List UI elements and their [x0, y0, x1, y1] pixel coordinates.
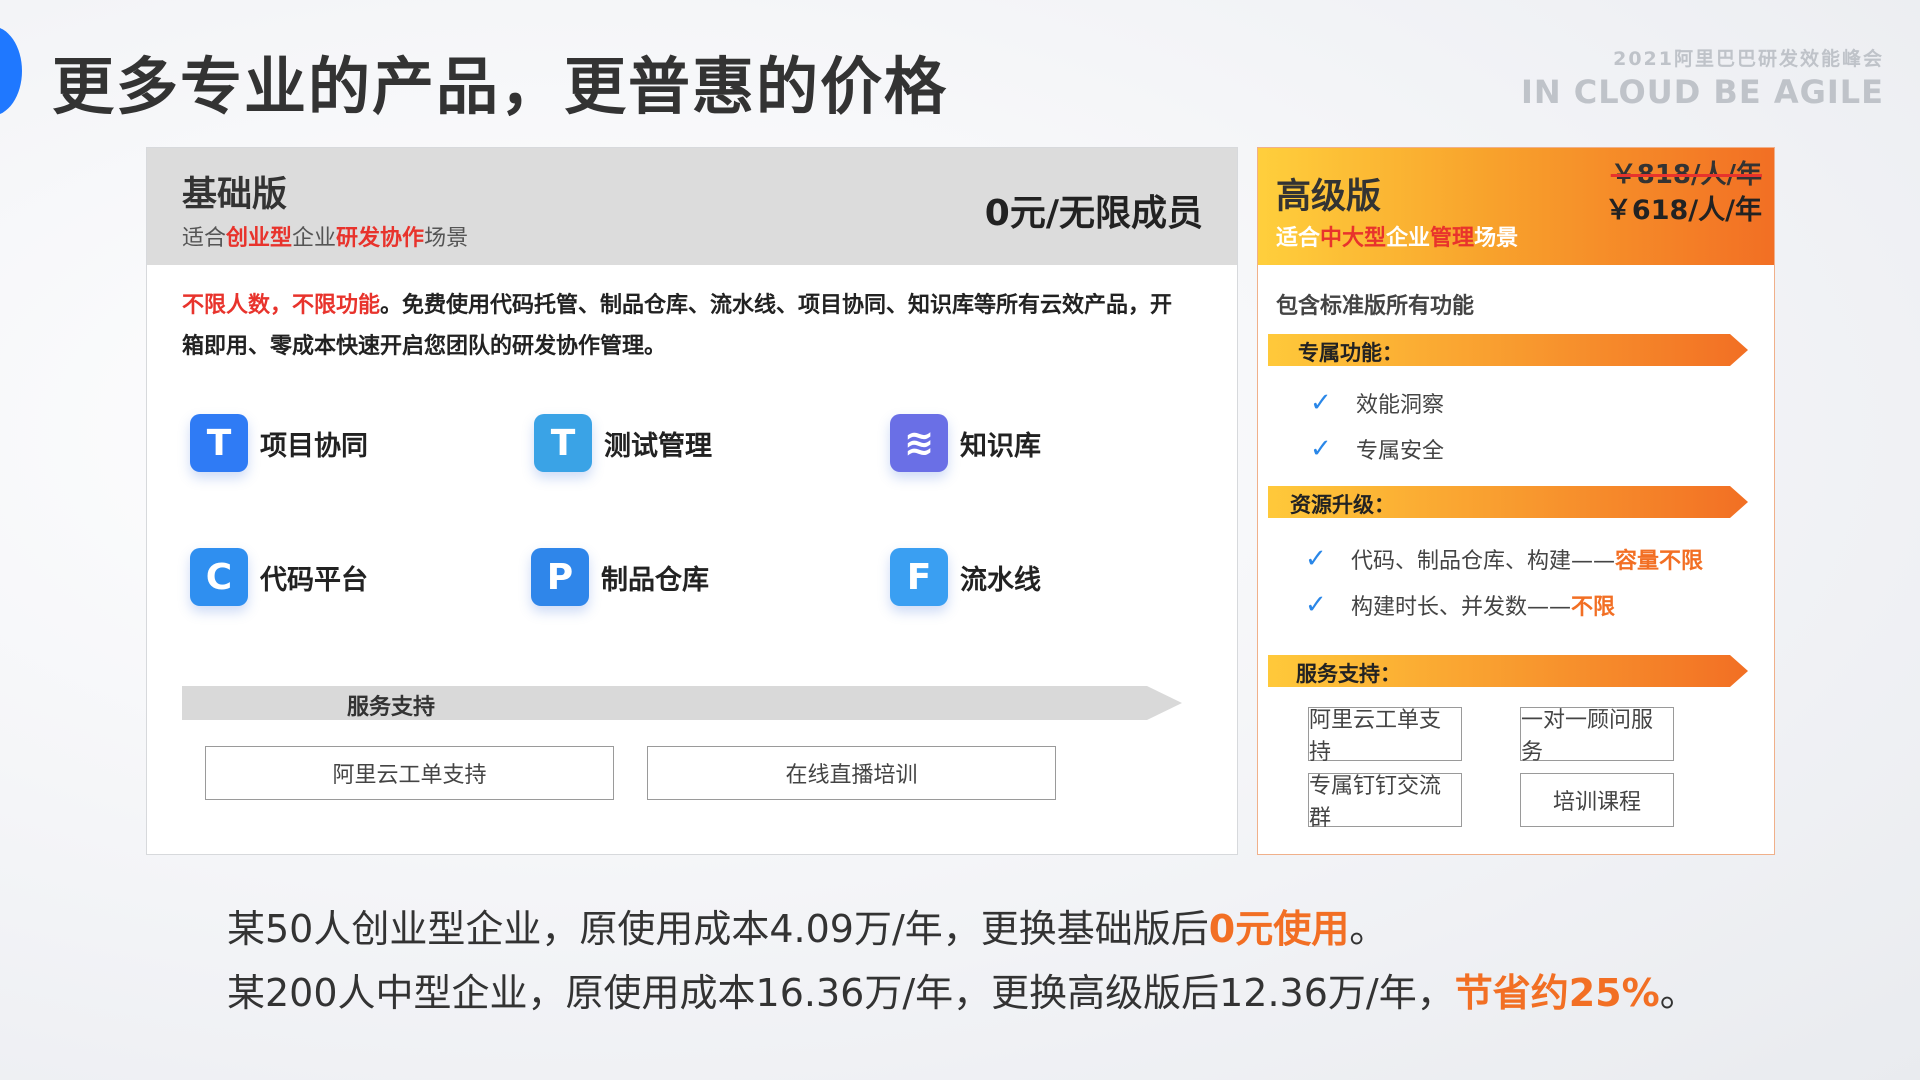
product-test[interactable]: T 测试管理 [534, 414, 712, 472]
exclusive-item: ✓ 专属安全 [1310, 433, 1444, 465]
product-pipeline[interactable]: F 流水线 [890, 548, 1041, 606]
product-label: 流水线 [960, 564, 1041, 596]
service-ticket-support[interactable]: 阿里云工单支持 [1308, 707, 1462, 765]
test-icon: T [534, 414, 592, 472]
exclusive-item-label: 效能洞察 [1356, 393, 1445, 418]
advanced-plan-header: 高级版 适合中大型企业管理场景 ￥818/人/年 ￥618/人/年 [1258, 148, 1774, 265]
check-icon: ✓ [1310, 388, 1332, 418]
basic-plan-card: 基础版 适合创业型企业研发协作场景 0元/无限成员 不限人数，不限功能。免费使用… [146, 147, 1238, 855]
summary-text: 。 [1659, 971, 1698, 1015]
code-icon: C [190, 548, 248, 606]
advanced-include-note: 包含标准版所有功能 [1276, 294, 1475, 319]
product-label: 知识库 [960, 430, 1041, 462]
page-title: 更多专业的产品，更普惠的价格 [52, 50, 949, 123]
product-knowledge[interactable]: ≋ 知识库 [890, 414, 1041, 472]
product-code[interactable]: C 代码平台 [190, 548, 368, 606]
service-live-training[interactable]: 在线直播培训 [647, 746, 1056, 800]
service-consultant[interactable]: 一对一顾问服务 [1520, 707, 1674, 765]
exclusive-item: ✓ 效能洞察 [1310, 387, 1444, 419]
summary-text: 某200人中型企业，原使用成本16.36万/年，更换高级版后12.36万/年， [227, 971, 1455, 1015]
advanced-new-price: ￥618/人/年 [1604, 195, 1762, 226]
subtitle-text: 场景 [1474, 226, 1519, 251]
summary-highlight: 0元使用 [1208, 907, 1350, 951]
resource-item: ✓ 构建时长、并发数—— 不限 [1305, 589, 1615, 621]
summary-text: 。 [1349, 907, 1388, 951]
exclusive-item-label: 专属安全 [1356, 439, 1445, 464]
resource-item-highlight: 不限 [1571, 595, 1616, 620]
check-icon: ✓ [1305, 544, 1327, 574]
subtitle-text: 场景 [424, 226, 469, 251]
summary-line-1: 某50人创业型企业，原使用成本4.09万/年，更换基础版后0元使用。 [227, 898, 1387, 953]
subtitle-highlight: 中大型 [1320, 226, 1387, 251]
check-icon: ✓ [1305, 590, 1327, 620]
subtitle-text: 企业 [1386, 226, 1431, 251]
subtitle-highlight: 研发协作 [336, 226, 425, 251]
subtitle-text: 企业 [292, 226, 337, 251]
resource-item-text: 代码、制品仓库、构建—— [1351, 549, 1616, 574]
summary-highlight: 节省约25% [1454, 971, 1660, 1015]
check-icon: ✓ [1310, 434, 1332, 464]
product-label: 制品仓库 [601, 564, 709, 596]
product-label: 项目协同 [260, 430, 368, 462]
adv-service-title: 服务支持： [1296, 662, 1401, 686]
resource-item-highlight: 容量不限 [1615, 549, 1704, 574]
subtitle-highlight: 管理 [1430, 226, 1475, 251]
basic-plan-header: 基础版 适合创业型企业研发协作场景 0元/无限成员 [147, 148, 1237, 265]
advanced-old-price: ￥818/人/年 [1610, 160, 1762, 190]
event-slogan: IN CLOUD BE AGILE [1520, 73, 1884, 111]
summary-text: 某50人创业型企业，原使用成本4.09万/年，更换基础版后 [227, 907, 1209, 951]
basic-service-title: 服务支持 [347, 695, 436, 720]
product-artifact[interactable]: P 制品仓库 [531, 548, 709, 606]
resource-item: ✓ 代码、制品仓库、构建—— 容量不限 [1305, 543, 1703, 575]
service-training-course[interactable]: 培训课程 [1520, 773, 1674, 827]
product-label: 测试管理 [604, 430, 712, 462]
title-bullet-decoration [0, 26, 22, 116]
subtitle-highlight: 创业型 [226, 226, 293, 251]
basic-plan-description: 不限人数，不限功能。免费使用代码托管、制品仓库、流水线、项目协同、知识库等所有云… [182, 285, 1192, 367]
resource-item-text: 构建时长、并发数—— [1351, 595, 1572, 620]
product-project[interactable]: T 项目协同 [190, 414, 368, 472]
basic-plan-name: 基础版 [182, 175, 288, 215]
basic-plan-price: 0元/无限成员 [984, 193, 1203, 234]
service-dingtalk-group[interactable]: 专属钉钉交流群 [1308, 773, 1462, 831]
advanced-plan-name: 高级版 [1276, 177, 1382, 217]
advanced-plan-subtitle: 适合中大型企业管理场景 [1276, 220, 1518, 252]
subtitle-text: 适合 [1276, 226, 1321, 251]
project-icon: T [190, 414, 248, 472]
basic-plan-subtitle: 适合创业型企业研发协作场景 [182, 220, 468, 252]
knowledge-icon: ≋ [890, 414, 948, 472]
event-brand: 2021阿里巴巴研发效能峰会 IN CLOUD BE AGILE [1521, 44, 1884, 111]
product-label: 代码平台 [260, 564, 368, 596]
resource-title: 资源升级： [1290, 493, 1395, 517]
subtitle-text: 适合 [182, 226, 227, 251]
summary-line-2: 某200人中型企业，原使用成本16.36万/年，更换高级版后12.36万/年，节… [227, 962, 1698, 1017]
artifact-icon: P [531, 548, 589, 606]
advanced-plan-card: 高级版 适合中大型企业管理场景 ￥818/人/年 ￥618/人/年 包含标准版所… [1257, 147, 1775, 855]
service-ticket-support[interactable]: 阿里云工单支持 [205, 746, 614, 800]
pipeline-icon: F [890, 548, 948, 606]
description-highlight: 不限人数，不限功能 [182, 293, 381, 318]
exclusive-title: 专属功能： [1298, 341, 1403, 365]
event-name: 2021阿里巴巴研发效能峰会 [1613, 48, 1884, 70]
service-arrow-bar [182, 686, 1182, 720]
